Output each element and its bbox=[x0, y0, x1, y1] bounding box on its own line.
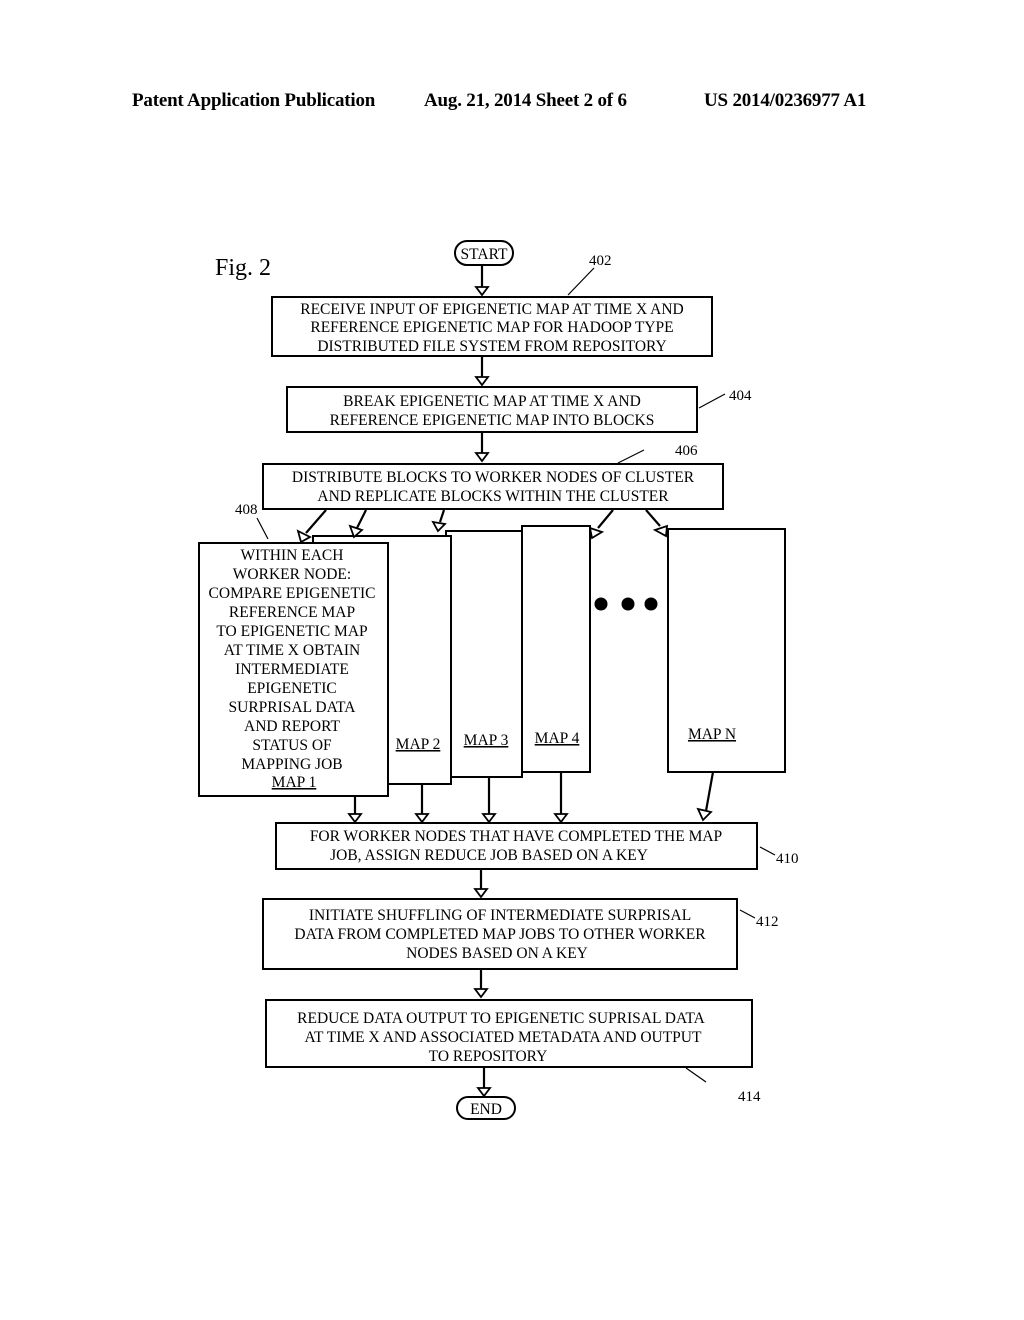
end-terminator: END bbox=[456, 1096, 516, 1120]
arrowhead bbox=[474, 452, 490, 463]
step-408-text-line: INTERMEDIATE bbox=[235, 661, 349, 678]
svg-text:REDUCE DATA OUTPUT TO EPIGENET: REDUCE DATA OUTPUT TO EPIGENETIC SUPRISA… bbox=[297, 1010, 706, 1027]
svg-text:DISTRIBUTE BLOCKS TO WORKER NO: DISTRIBUTE BLOCKS TO WORKER NODES OF CLU… bbox=[292, 469, 695, 486]
step-402-box: RECEIVE INPUT OF EPIGENETIC MAP AT TIME … bbox=[271, 296, 713, 357]
step-408-box: WITHIN EACH WORKER NODE: COMPARE EPIGENETI… bbox=[198, 542, 389, 797]
step-408-text-line: EPIGENETIC bbox=[247, 680, 337, 697]
svg-text:TO REPOSITORY: TO REPOSITORY bbox=[429, 1048, 548, 1065]
svg-text:REFERENCE EPIGENETIC MAP INTO: REFERENCE EPIGENETIC MAP INTO BLOCKS bbox=[330, 412, 655, 429]
arrowhead bbox=[296, 529, 312, 544]
ref-402: 402 bbox=[589, 253, 612, 269]
map-n-label: MAP N bbox=[688, 726, 736, 743]
end-label: END bbox=[470, 1101, 502, 1118]
step-408-text-line: WITHIN EACH bbox=[241, 547, 344, 564]
arrowhead bbox=[553, 813, 569, 824]
figure-label: Fig. 2 bbox=[215, 255, 271, 281]
arrow-to-map-n bbox=[645, 509, 661, 527]
map-1-label: MAP 1 bbox=[272, 774, 317, 791]
arrow-map-n-to-410 bbox=[704, 771, 715, 812]
step-408-text-line: STATUS OF bbox=[252, 737, 332, 754]
leader-402 bbox=[567, 267, 595, 296]
svg-text:RECEIVE INPUT OF EPIGENETIC MA: RECEIVE INPUT OF EPIGENETIC MAP AT TIME … bbox=[300, 301, 684, 318]
ref-410: 410 bbox=[776, 851, 799, 867]
svg-text:DISTRIBUTED FILE SYSTEM FROM R: DISTRIBUTED FILE SYSTEM FROM REPOSITORY bbox=[317, 338, 666, 355]
map-2-label: MAP 2 bbox=[396, 736, 441, 753]
ref-404: 404 bbox=[729, 388, 752, 404]
arrowhead bbox=[696, 807, 713, 822]
arrowhead bbox=[476, 1087, 492, 1098]
map-3-label: MAP 3 bbox=[464, 732, 509, 749]
step-406-box: DISTRIBUTE BLOCKS TO WORKER NODES OF CLU… bbox=[262, 463, 724, 510]
ref-412: 412 bbox=[756, 914, 779, 930]
arrowhead bbox=[431, 520, 447, 533]
map-4-label: MAP 4 bbox=[535, 730, 580, 747]
step-408-text-line: WORKER NODE: bbox=[233, 566, 351, 583]
start-label: START bbox=[461, 246, 508, 263]
step-408-text-line: REFERENCE MAP bbox=[229, 604, 355, 621]
step-414-box: REDUCE DATA OUTPUT TO EPIGENETIC SUPRISA… bbox=[265, 999, 753, 1068]
svg-text:REFERENCE EPIGENETIC MAP FOR H: REFERENCE EPIGENETIC MAP FOR HADOOP TYPE bbox=[310, 319, 673, 336]
step-408-text-line: MAPPING JOB bbox=[241, 756, 342, 773]
step-408-text-line: AT TIME X OBTAIN bbox=[224, 642, 360, 659]
arrowhead bbox=[474, 376, 490, 387]
arrowhead bbox=[588, 526, 605, 540]
leader-406 bbox=[617, 449, 645, 464]
arrow-to-map-4 bbox=[597, 509, 614, 529]
ref-414: 414 bbox=[738, 1089, 761, 1105]
svg-text:AT TIME X AND ASSOCIATED METAD: AT TIME X AND ASSOCIATED METADATA AND OU… bbox=[305, 1029, 702, 1046]
arrowhead bbox=[414, 813, 430, 824]
ref-408: 408 bbox=[235, 502, 258, 518]
svg-text:FOR WORKER NODES THAT HAVE COM: FOR WORKER NODES THAT HAVE COMPLETED THE… bbox=[310, 828, 722, 845]
arrow-to-map-3 bbox=[438, 509, 446, 523]
step-408-text-line: TO EPIGENETIC MAP bbox=[216, 623, 367, 640]
ellipsis-icon bbox=[594, 597, 658, 611]
step-408-text-line: COMPARE EPIGENETIC bbox=[209, 585, 376, 602]
step-404-box: BREAK EPIGENETIC MAP AT TIME X AND REFER… bbox=[286, 386, 698, 433]
leader-408 bbox=[256, 517, 269, 540]
step-412-box: INITIATE SHUFFLING OF INTERMEDIATE SURPR… bbox=[262, 898, 738, 970]
flowchart: Fig. 2 START RECEIVE INPUT OF EPIGENETIC… bbox=[198, 240, 799, 1120]
arrow-to-map-2 bbox=[356, 509, 367, 529]
start-terminator: START bbox=[454, 240, 514, 266]
svg-text:DATA FROM COMPLETED MAP JOBS T: DATA FROM COMPLETED MAP JOBS TO OTHER WO… bbox=[294, 926, 706, 943]
arrowhead bbox=[652, 524, 669, 538]
step-408-text-line: AND REPORT bbox=[244, 718, 340, 735]
leader-404 bbox=[698, 393, 726, 409]
arrowhead bbox=[473, 988, 489, 999]
ref-406: 406 bbox=[675, 443, 698, 459]
arrowhead bbox=[474, 286, 490, 297]
leader-414 bbox=[685, 1067, 707, 1083]
map-4-box: MAP 4 bbox=[521, 525, 591, 773]
svg-text:BREAK EPIGENETIC MAP AT TIME X: BREAK EPIGENETIC MAP AT TIME X AND bbox=[343, 393, 641, 410]
leader-410 bbox=[759, 846, 776, 856]
map-n-box: MAP N bbox=[667, 528, 786, 773]
map-3-box: MAP 3 bbox=[445, 530, 523, 778]
step-408-text-line: SURPRISAL DATA bbox=[229, 699, 357, 716]
svg-text:JOB, ASSIGN REDUCE JOB BASED O: JOB, ASSIGN REDUCE JOB BASED ON A KEY bbox=[330, 847, 648, 864]
svg-text:INITIATE SHUFFLING OF INTERMED: INITIATE SHUFFLING OF INTERMEDIATE SURPR… bbox=[309, 907, 691, 924]
svg-text:AND REPLICATE BLOCKS WITHIN TH: AND REPLICATE BLOCKS WITHIN THE CLUSTER bbox=[317, 488, 669, 505]
arrowhead bbox=[473, 888, 489, 899]
arrow-to-map-1 bbox=[305, 509, 327, 534]
svg-text:NODES BASED ON A KEY: NODES BASED ON A KEY bbox=[406, 945, 588, 962]
leader-412 bbox=[739, 909, 756, 919]
step-410-box: FOR WORKER NODES THAT HAVE COMPLETED THE… bbox=[275, 822, 758, 870]
arrowhead bbox=[347, 813, 363, 824]
arrowhead bbox=[481, 813, 497, 824]
